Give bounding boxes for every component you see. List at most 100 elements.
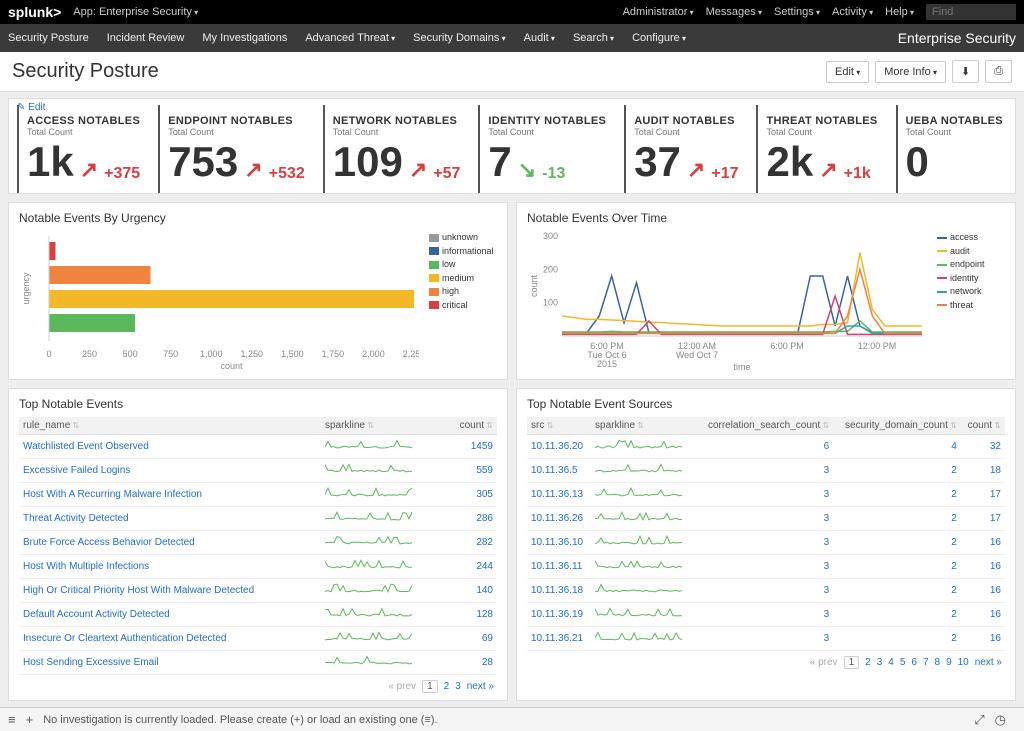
table-row[interactable]: Host Sending Excessive Email 28 bbox=[19, 651, 497, 675]
table-row[interactable]: 10.11.36.18 3 2 16 bbox=[527, 579, 1005, 603]
print-icon[interactable]: ⎙ bbox=[985, 60, 1012, 83]
table-row[interactable]: 10.11.36.10 3 2 16 bbox=[527, 531, 1005, 555]
rule-name[interactable]: Excessive Failed Logins bbox=[19, 459, 321, 483]
table-row[interactable]: 10.11.36.26 3 2 17 bbox=[527, 507, 1005, 531]
table-row[interactable]: Excessive Failed Logins 559 bbox=[19, 459, 497, 483]
table-row[interactable]: 10.11.36.13 3 2 17 bbox=[527, 483, 1005, 507]
top-admin[interactable]: Administrator bbox=[623, 6, 694, 18]
edit-button[interactable]: Edit bbox=[826, 61, 869, 83]
col-header[interactable]: sparkline bbox=[591, 417, 695, 435]
table-row[interactable]: 10.11.36.20 6 4 32 bbox=[527, 435, 1005, 459]
nav-security-domains[interactable]: Security Domains bbox=[413, 32, 505, 44]
sparkline-cell bbox=[591, 555, 695, 579]
kpi-card[interactable]: UEBA NOTABLES Total Count 0 bbox=[896, 105, 1003, 193]
src-cell[interactable]: 10.11.36.20 bbox=[527, 435, 591, 459]
table-top-events-pager[interactable]: « prev123next » bbox=[19, 675, 497, 692]
nav-my-investigations[interactable]: My Investigations bbox=[202, 32, 287, 44]
kpi-card[interactable]: THREAT NOTABLES Total Count 2k ↗ +1k bbox=[756, 105, 877, 193]
rule-name[interactable]: Watchlisted Event Observed bbox=[19, 435, 321, 459]
table-row[interactable]: Host With Multiple Infections 244 bbox=[19, 555, 497, 579]
pager-page[interactable]: 2 bbox=[865, 657, 871, 668]
pager-page[interactable]: 5 bbox=[900, 657, 906, 668]
top-settings[interactable]: Settings bbox=[774, 6, 820, 18]
clock-icon[interactable]: ◷ bbox=[995, 712, 1006, 728]
table-row[interactable]: Brute Force Access Behavior Detected 282 bbox=[19, 531, 497, 555]
table-row[interactable]: 10.11.36.19 3 2 16 bbox=[527, 603, 1005, 627]
src-cell[interactable]: 10.11.36.19 bbox=[527, 603, 591, 627]
nav-search[interactable]: Search bbox=[573, 32, 614, 44]
src-cell[interactable]: 10.11.36.18 bbox=[527, 579, 591, 603]
more-info-button[interactable]: More Info bbox=[875, 61, 946, 83]
pager-page[interactable]: 2 bbox=[444, 681, 450, 692]
table-row[interactable]: Threat Activity Detected 286 bbox=[19, 507, 497, 531]
pager-page[interactable]: 6 bbox=[911, 657, 917, 668]
src-cell[interactable]: 10.11.36.13 bbox=[527, 483, 591, 507]
table-row[interactable]: 10.11.36.11 3 2 16 bbox=[527, 555, 1005, 579]
kpi-card[interactable]: IDENTITY NOTABLES Total Count 7 ↘ -13 bbox=[478, 105, 606, 193]
src-cell[interactable]: 10.11.36.5 bbox=[527, 459, 591, 483]
pager-page[interactable]: 7 bbox=[923, 657, 929, 668]
rule-name[interactable]: Host With Multiple Infections bbox=[19, 555, 321, 579]
pager-page[interactable]: 8 bbox=[935, 657, 941, 668]
table-row[interactable]: Default Account Activity Detected 128 bbox=[19, 603, 497, 627]
rule-name[interactable]: Insecure Or Cleartext Authentication Det… bbox=[19, 627, 321, 651]
logo[interactable]: splunk> bbox=[8, 4, 61, 20]
table-row[interactable]: Host With A Recurring Malware Infection … bbox=[19, 483, 497, 507]
table-row[interactable]: 10.11.36.5 3 2 18 bbox=[527, 459, 1005, 483]
download-icon[interactable]: ⬇ bbox=[952, 60, 979, 83]
col-header[interactable]: security_domain_count bbox=[833, 417, 961, 435]
kpi-card[interactable]: NETWORK NOTABLES Total Count 109 ↗ +57 bbox=[323, 105, 461, 193]
edit-panel-link[interactable]: ✎ Edit bbox=[17, 102, 45, 113]
src-cell[interactable]: 10.11.36.11 bbox=[527, 555, 591, 579]
pager-page[interactable]: 9 bbox=[946, 657, 952, 668]
col-header[interactable]: correlation_search_count bbox=[695, 417, 833, 435]
kpi-card[interactable]: ENDPOINT NOTABLES Total Count 753 ↗ +532 bbox=[158, 105, 305, 193]
nav-security-posture[interactable]: Security Posture bbox=[8, 32, 89, 44]
nav-advanced-threat[interactable]: Advanced Threat bbox=[305, 32, 395, 44]
app-switcher[interactable]: App: Enterprise Security bbox=[73, 6, 198, 18]
src-cell[interactable]: 10.11.36.21 bbox=[527, 627, 591, 651]
pager-prev: « prev bbox=[810, 657, 838, 668]
rule-name[interactable]: Host With A Recurring Malware Infection bbox=[19, 483, 321, 507]
top-activity[interactable]: Activity bbox=[832, 6, 873, 18]
col-header[interactable]: rule_name bbox=[19, 417, 321, 435]
pager-next[interactable]: next » bbox=[467, 681, 494, 692]
expand-icon[interactable]: ⤢ bbox=[974, 712, 984, 728]
src-cell[interactable]: 10.11.36.26 bbox=[527, 507, 591, 531]
rule-name[interactable]: Brute Force Access Behavior Detected bbox=[19, 531, 321, 555]
nav-configure[interactable]: Configure bbox=[632, 32, 686, 44]
nav-incident-review[interactable]: Incident Review bbox=[107, 32, 185, 44]
pager-page[interactable]: 1 bbox=[844, 656, 860, 669]
rule-name[interactable]: Host Sending Excessive Email bbox=[19, 651, 321, 675]
table-row[interactable]: Watchlisted Event Observed 1459 bbox=[19, 435, 497, 459]
pager-next[interactable]: next » bbox=[975, 657, 1002, 668]
table-row[interactable]: Insecure Or Cleartext Authentication Det… bbox=[19, 627, 497, 651]
table-row[interactable]: High Or Critical Priority Host With Malw… bbox=[19, 579, 497, 603]
rule-name[interactable]: Threat Activity Detected bbox=[19, 507, 321, 531]
nav-audit[interactable]: Audit bbox=[524, 32, 555, 44]
table-top-sources-pager[interactable]: « prev 123456789 10 next » bbox=[527, 651, 1005, 668]
col-header[interactable]: sparkline bbox=[321, 417, 445, 435]
top-help[interactable]: Help bbox=[885, 6, 914, 18]
count-cell: 18 bbox=[961, 459, 1005, 483]
col-header[interactable]: count bbox=[445, 417, 497, 435]
col-header[interactable]: count bbox=[961, 417, 1005, 435]
src-cell[interactable]: 10.11.36.10 bbox=[527, 531, 591, 555]
chart-overtime[interactable]: Notable Events Over Time 100200300count6… bbox=[516, 202, 1016, 380]
pager-page[interactable]: 3 bbox=[877, 657, 883, 668]
rule-name[interactable]: High Or Critical Priority Host With Malw… bbox=[19, 579, 321, 603]
pager-page[interactable]: 3 bbox=[455, 681, 461, 692]
table-row[interactable]: 10.11.36.21 3 2 16 bbox=[527, 627, 1005, 651]
rule-name[interactable]: Default Account Activity Detected bbox=[19, 603, 321, 627]
pager-page[interactable]: 10 bbox=[958, 657, 969, 668]
list-icon[interactable]: ≡ bbox=[8, 712, 16, 727]
add-icon[interactable]: + bbox=[26, 712, 34, 727]
top-messages[interactable]: Messages bbox=[706, 6, 762, 18]
chart-urgency[interactable]: Notable Events By Urgency 02505007501,00… bbox=[8, 202, 508, 380]
pager-page[interactable]: 4 bbox=[888, 657, 894, 668]
kpi-card[interactable]: ACCESS NOTABLES Total Count 1k ↗ +375 bbox=[17, 105, 140, 193]
find-input[interactable] bbox=[926, 4, 1016, 20]
pager-page[interactable]: 1 bbox=[422, 680, 438, 693]
kpi-card[interactable]: AUDIT NOTABLES Total Count 37 ↗ +17 bbox=[624, 105, 738, 193]
col-header[interactable]: src bbox=[527, 417, 591, 435]
